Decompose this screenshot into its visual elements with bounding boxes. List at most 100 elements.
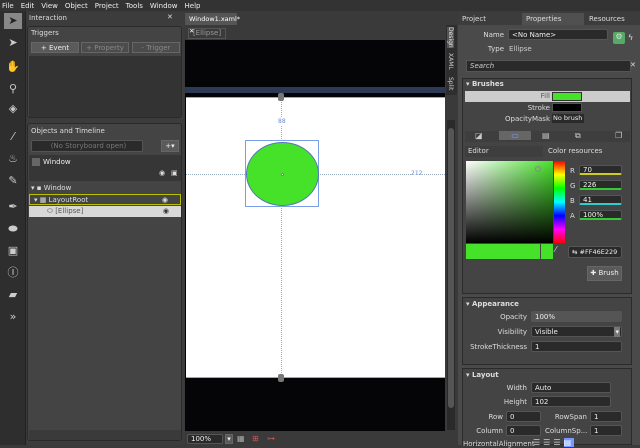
fill-row[interactable]: Fill — [465, 91, 630, 102]
snap-grid-icon[interactable]: ⊞ — [252, 434, 259, 443]
scope-header: Window ◉ ▣ — [29, 155, 181, 181]
more-icon[interactable]: » — [4, 309, 22, 325]
menu-tools[interactable]: Tools — [126, 2, 143, 10]
columnspan-label: ColumnSp... — [545, 427, 588, 435]
zoom-field[interactable]: 100% — [187, 434, 223, 444]
tree-item-layoutroot[interactable]: ▾ ▦ LayoutRoot ◉ — [29, 194, 181, 205]
close-icon[interactable]: ✕ — [167, 13, 173, 21]
eye-icon[interactable]: ◉ — [163, 206, 169, 216]
lock-icon[interactable]: ▣ — [171, 169, 178, 177]
name-field[interactable]: <No Name> — [508, 29, 608, 40]
breadcrumb[interactable]: [Ellipse] — [188, 28, 226, 39]
paint-bucket-icon[interactable]: ♨ — [4, 151, 22, 167]
tab-xaml[interactable]: XAML — [447, 53, 454, 70]
eye-icon[interactable]: ◉ — [162, 195, 168, 205]
color-picker-handle[interactable] — [535, 166, 541, 172]
brush-resources-icon[interactable]: ❐ — [615, 131, 622, 140]
r-field[interactable]: 70 — [579, 165, 622, 175]
events-view-icon[interactable]: ϟ — [628, 33, 633, 42]
hex-field[interactable]: ⇆ #FF46E229 — [568, 246, 622, 258]
horizontal-scrollbar[interactable] — [29, 430, 181, 440]
storyboard-picker[interactable]: (No Storyboard open) — [31, 140, 143, 152]
remove-trigger-button[interactable]: - Trigger — [132, 42, 180, 53]
artboard[interactable]: 88 212 — [185, 40, 445, 431]
hue-slider[interactable] — [554, 161, 565, 243]
vertical-scrollbar[interactable] — [447, 120, 455, 430]
center-point[interactable] — [281, 173, 284, 176]
objects-title: Objects and Timeline — [31, 127, 105, 135]
add-property-button[interactable]: + Property — [81, 42, 129, 53]
row-field[interactable]: 0 — [506, 411, 541, 422]
tab-resources[interactable]: Resources — [585, 13, 640, 25]
tab-split[interactable]: Split — [447, 77, 454, 90]
b-field[interactable]: 41 — [579, 195, 622, 205]
zoom-icon[interactable]: ⚲ — [4, 81, 22, 97]
brush-transform-icon[interactable]: ✎ — [4, 173, 22, 189]
menu-project[interactable]: Project — [95, 2, 119, 10]
column-field[interactable]: 0 — [506, 425, 541, 436]
editor-tab[interactable]: Editor — [465, 146, 543, 157]
menu-view[interactable]: View — [41, 2, 58, 10]
align-right-icon[interactable]: ☰ — [553, 438, 563, 447]
layout-root[interactable]: 88 212 — [186, 97, 445, 379]
opacity-field[interactable]: 100% — [531, 311, 622, 322]
tab-properties[interactable]: Properties — [522, 13, 584, 25]
search-input[interactable]: Search — [466, 60, 631, 72]
gradient-brush-icon[interactable]: ▤ — [542, 131, 550, 140]
new-storyboard-button[interactable]: +▾ — [161, 140, 179, 152]
color-gradient-picker[interactable] — [466, 161, 553, 243]
selection-icon[interactable]: ➤ — [4, 13, 22, 29]
textblock-icon[interactable]: Ⓘ — [4, 265, 22, 281]
properties-view-icon[interactable]: ⚙ — [613, 32, 625, 44]
tile-brush-icon[interactable]: ⧉ — [575, 131, 581, 141]
visibility-dropdown[interactable]: Visible ▾ — [531, 326, 622, 337]
direct-select-icon[interactable]: ➤ — [4, 35, 22, 51]
menu-object[interactable]: Object — [65, 2, 88, 10]
tab-design[interactable]: Design — [447, 27, 454, 48]
menu-edit[interactable]: Edit — [21, 2, 35, 10]
asset-icon[interactable]: ▰ — [4, 287, 22, 303]
height-field[interactable]: 102 — [531, 396, 611, 407]
convert-to-resource-button[interactable]: ✚ Brush — [587, 266, 622, 281]
fill-swatch[interactable] — [552, 92, 582, 101]
ellipse-icon[interactable]: ⬬ — [4, 221, 22, 237]
tab-project[interactable]: Project — [458, 13, 520, 25]
opacity-mask-value[interactable]: No brush — [552, 114, 584, 123]
g-field[interactable]: 226 — [579, 180, 622, 190]
tree-item-ellipse[interactable]: ⬭ [Ellipse] ◉ — [29, 206, 181, 217]
eyedropper-icon[interactable]: ⁄ — [555, 245, 556, 254]
eyedropper-icon[interactable]: ⁄ — [4, 129, 22, 145]
pan-icon[interactable]: ✋ — [4, 59, 22, 75]
grid-adorner-top[interactable] — [278, 93, 284, 101]
stroke-thickness-field[interactable]: 1 — [531, 341, 622, 352]
clear-search-icon[interactable]: ✕ — [630, 61, 636, 69]
align-center-icon[interactable]: ☰ — [543, 438, 553, 447]
width-field[interactable]: Auto — [531, 382, 611, 393]
menu-window[interactable]: Window — [150, 2, 178, 10]
color-resources-tab[interactable]: Color resources — [545, 146, 630, 157]
grid-toggle-icon[interactable]: ▦ — [237, 434, 245, 443]
grid-icon[interactable]: ▣ — [4, 243, 22, 259]
columnspan-field[interactable]: 1 — [590, 425, 622, 436]
align-left-icon[interactable]: ☰ — [533, 438, 543, 447]
document-tab[interactable]: Window1.xaml* ✕ — [185, 13, 240, 35]
add-event-button[interactable]: + Event — [31, 42, 79, 53]
pen-icon[interactable]: ✒ — [4, 199, 22, 215]
stroke-swatch[interactable] — [552, 103, 582, 112]
solid-brush-icon[interactable]: ▭ — [499, 131, 531, 140]
align-stretch-icon[interactable]: ▤ — [563, 438, 575, 447]
no-brush-icon[interactable]: ◪ — [475, 131, 483, 140]
grid-adorner-bottom[interactable] — [278, 374, 284, 382]
rowspan-field[interactable]: 1 — [590, 411, 622, 422]
brush-type-tabs: ◪ ▭ ▤ ⧉ ❐ — [465, 131, 630, 142]
eye-icon[interactable]: ◉ — [159, 169, 165, 177]
tree-item-window[interactable]: ▾ ▪ Window — [31, 183, 71, 193]
a-field[interactable]: 100% — [579, 210, 622, 220]
zoom-dropdown[interactable]: ▾ — [225, 434, 233, 444]
stroke-label: Stroke — [527, 104, 550, 112]
status-bar: 100% ▾ ▦ ⊞ ⊶ — [185, 433, 445, 445]
snap-lines-icon[interactable]: ⊶ — [267, 434, 275, 443]
camera-orbit-icon[interactable]: ◈ — [4, 101, 22, 117]
menu-help[interactable]: Help — [185, 2, 201, 10]
menu-file[interactable]: File — [2, 2, 14, 10]
